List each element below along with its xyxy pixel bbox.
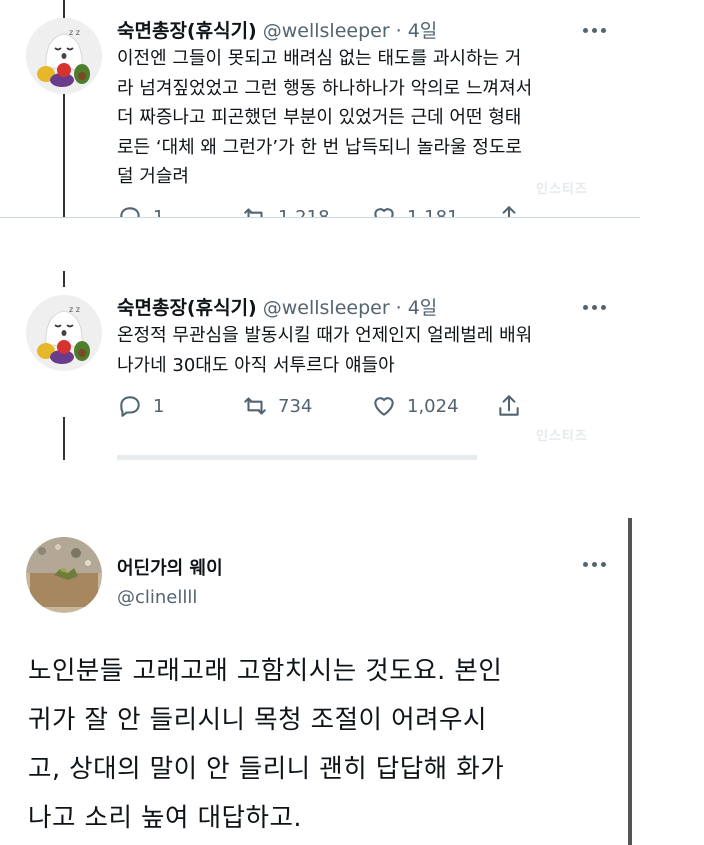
quote-text: 노인분들 고래고래 고함치시는 것도요. 본인 귀가 잘 안 들리시니 목청 조…: [28, 647, 618, 843]
retweet-button[interactable]: 1,218: [242, 204, 330, 218]
more-icon[interactable]: [583, 28, 609, 34]
tweet-text-line: 나가네 30대도 아직 서투르다 얘들아: [117, 354, 395, 376]
svg-text:z z: z z: [69, 28, 80, 37]
tweet-text-line: 라 넘겨짚었었고 그런 행동 하나하나가 악의로 느껴져서: [117, 77, 533, 99]
user-handle[interactable]: @wellsleeper: [263, 20, 390, 42]
reply-icon: [120, 396, 140, 417]
nature-avatar-icon: [26, 537, 102, 613]
share-icon: [502, 206, 516, 218]
cut-off-content: [117, 455, 477, 460]
retweet-icon: [244, 397, 266, 415]
tweet-1: z z 숙면총장(휴식기) @wellsleeper · 4일 이전엔 그들이 …: [0, 0, 704, 218]
avatar[interactable]: z z: [26, 18, 102, 94]
svg-text:z z: z z: [69, 305, 80, 314]
retweet-button[interactable]: 734: [242, 393, 312, 419]
reply-icon: [120, 207, 140, 218]
like-button[interactable]: 1,181: [371, 204, 459, 218]
quote-text-line: 노인분들 고래고래 고함치시는 것도요. 본인: [28, 656, 503, 686]
heart-icon: [374, 397, 394, 416]
tweet-text: 온정적 무관심을 발동시킬 때가 언제인지 얼레벌레 배워 나가네 30대도 아…: [117, 321, 622, 380]
tweet-text-line: 온정적 무관심을 발동시킬 때가 언제인지 얼레벌레 배워: [117, 325, 533, 346]
tweet-text: 이전엔 그들이 못되고 배려심 없는 태도를 과시하는 거 라 넘겨짚었었고 그…: [117, 44, 622, 192]
user-handle[interactable]: @clinellll: [117, 585, 223, 611]
tweet-text-line: 로든 ‘대체 왜 그런가’가 한 번 납득되니 놀라울 정도로: [117, 136, 522, 158]
like-button[interactable]: 1,024: [371, 393, 459, 419]
avatar[interactable]: [26, 537, 102, 613]
retweet-icon: [244, 208, 263, 218]
display-name[interactable]: 숙면총장(휴식기): [117, 293, 257, 320]
tweet-2: z z 숙면총장(휴식기) @wellsleeper · 4일 온정적 무관심을…: [0, 265, 704, 460]
quote-tweet: 어딘가의 웨이 @clinellll 노인분들 고래고래 고함치시는 것도요. …: [0, 505, 704, 845]
ghost-avatar-icon: z z: [26, 295, 102, 371]
thread-line: [63, 271, 65, 287]
watermark: 인스티즈: [536, 182, 588, 197]
like-count: 1,024: [407, 395, 459, 417]
quote-text-line: 귀가 잘 안 들리시니 목청 조절이 어려우시: [28, 705, 487, 735]
divider: [0, 217, 640, 218]
quote-header: 어딘가의 웨이 @clinellll: [117, 557, 223, 611]
quote-text-line: 고, 상대의 말이 안 들리니 괜히 답답해 화가: [28, 754, 505, 784]
reply-button[interactable]: 1: [117, 393, 164, 419]
watermark: 인스티즈: [536, 429, 588, 444]
tweet-header: 숙면총장(휴식기) @wellsleeper · 4일: [117, 293, 437, 320]
ghost-avatar-icon: z z: [26, 18, 102, 94]
share-button[interactable]: [496, 393, 522, 419]
avatar[interactable]: z z: [26, 295, 102, 371]
thread-line: [63, 417, 65, 460]
share-icon: [499, 395, 519, 416]
display-name[interactable]: 어딘가의 웨이: [117, 557, 223, 581]
tweet-time[interactable]: · 4일: [396, 16, 438, 43]
more-icon[interactable]: [583, 305, 609, 311]
tweet-header: 숙면총장(휴식기) @wellsleeper · 4일: [117, 16, 437, 43]
reply-button[interactable]: 1: [117, 204, 164, 218]
tweet-time[interactable]: · 4일: [396, 293, 438, 320]
more-icon[interactable]: [583, 562, 609, 568]
retweet-count: 734: [278, 395, 313, 417]
reply-count: 1: [153, 395, 165, 417]
scrollbar[interactable]: [628, 518, 632, 845]
tweet-text-line: 더 짜증나고 피곤했던 부분이 있었거든 근데 어떤 형태: [117, 107, 522, 128]
heart-icon: [374, 208, 394, 218]
tweet-text-line: 이전엔 그들이 못되고 배려심 없는 태도를 과시하는 거: [117, 48, 522, 69]
quote-text-line: 나고 소리 높여 대답하고.: [28, 803, 303, 833]
user-handle[interactable]: @wellsleeper: [263, 297, 390, 319]
display-name[interactable]: 숙면총장(휴식기): [117, 16, 257, 43]
share-button[interactable]: [496, 204, 522, 218]
